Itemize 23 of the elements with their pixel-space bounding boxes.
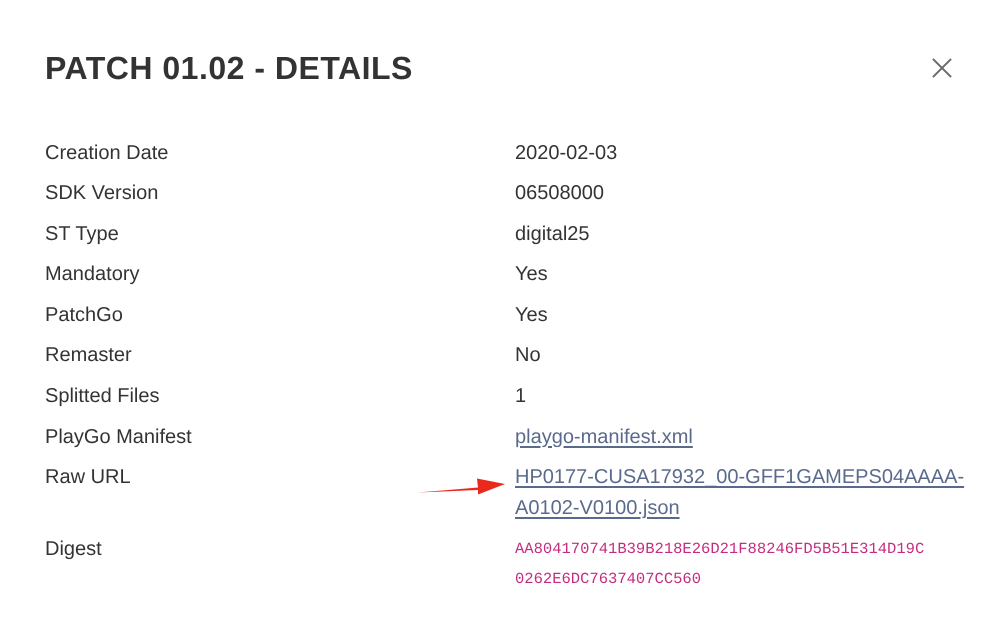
file-link[interactable]: HP0177-CUSA17932_00-GFF1GAMEPS04AAAA-A0102-V0100.json — [515, 462, 977, 524]
detail-label: SDK Version — [45, 181, 158, 206]
detail-value: No — [515, 343, 541, 368]
detail-label: PatchGo — [45, 302, 123, 328]
dialog-title: PATCH 01.02 - DETAILS — [45, 49, 413, 88]
detail-label: PlayGo Manifest — [45, 424, 192, 450]
detail-label: ST Type — [45, 222, 119, 247]
detail-value: Yes — [515, 262, 548, 288]
close-button[interactable] — [931, 57, 953, 79]
detail-value: 2020-02-03 — [515, 140, 618, 166]
detail-label: Splitted Files — [45, 384, 160, 410]
detail-value: digital25 — [515, 222, 590, 247]
digest-code: AA804170741B39B218E26D21F88246FD5B51E314D19C0262E6DC7637407CC560 — [515, 538, 924, 590]
close-icon — [932, 58, 952, 78]
detail-label: Digest — [45, 536, 102, 562]
detail-value: Yes — [515, 302, 548, 328]
detail-label: Remaster — [45, 343, 132, 368]
file-link[interactable]: playgo-manifest.xml — [515, 422, 693, 453]
detail-value: 06508000 — [515, 181, 604, 206]
detail-label: Mandatory — [45, 262, 140, 288]
detail-label: Raw URL — [45, 465, 131, 490]
detail-label: Creation Date — [45, 140, 168, 166]
detail-value: 1 — [515, 384, 526, 410]
